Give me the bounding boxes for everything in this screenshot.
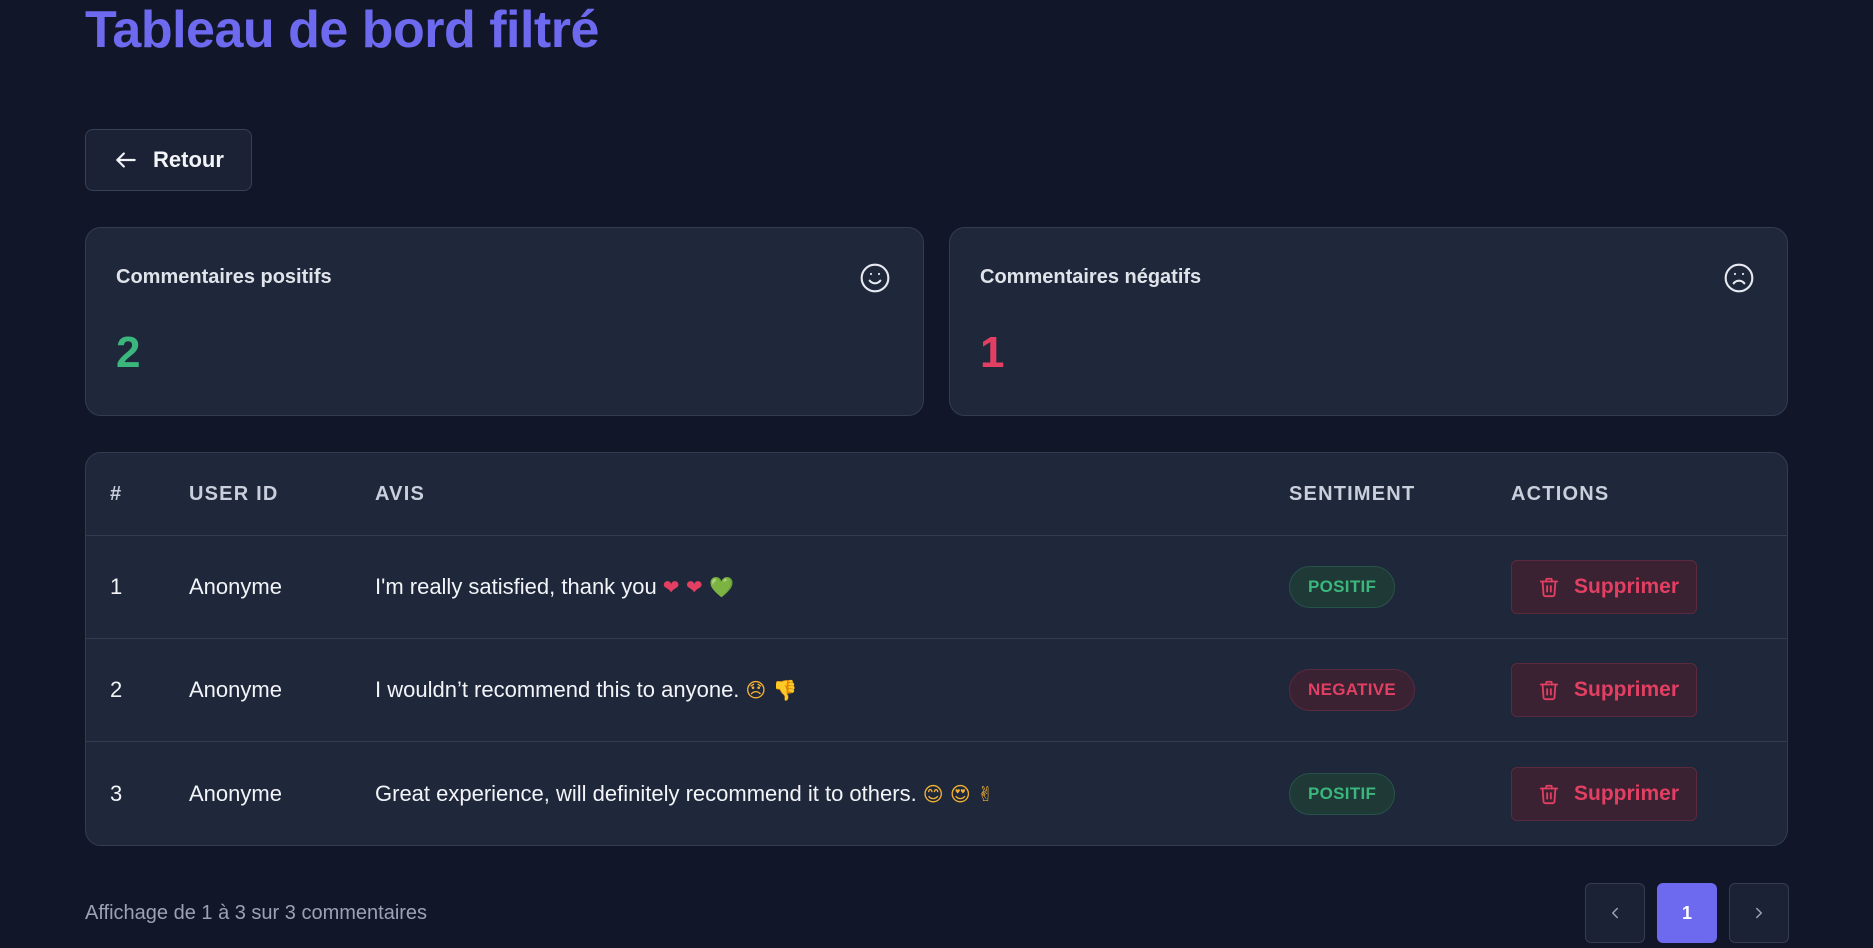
table-row: 2 Anonyme I wouldn’t recommend this to a… [86, 639, 1787, 742]
review-text: I wouldn’t recommend this to anyone. [375, 677, 740, 702]
page-title: Tableau de bord filtré [85, 1, 599, 59]
next-page-button[interactable] [1729, 883, 1789, 943]
row-sentiment: NEGATIVE [1289, 669, 1416, 711]
positive-comments-card: Commentaires positifs 2 [85, 227, 924, 416]
pagination-info: Affichage de 1 à 3 sur 3 commentaires [85, 902, 428, 924]
row-index: 2 [110, 677, 123, 702]
row-actions: Supprimer [1511, 663, 1697, 717]
negative-comments-label: Commentaires négatifs [980, 266, 1202, 288]
header-actions: ACTIONS [1511, 482, 1610, 505]
delete-button[interactable]: Supprimer [1511, 663, 1697, 717]
review-emojis: 😞 👎 [745, 678, 798, 702]
table-row: 1 Anonyme I'm really satisfied, thank yo… [86, 536, 1787, 639]
trash-icon [1539, 784, 1559, 804]
back-button-label: Retour [153, 147, 224, 172]
header-review: AVIS [375, 482, 425, 505]
review-text: I'm really satisfied, thank you [375, 574, 657, 599]
review-text: Great experience, will definitely recomm… [375, 780, 917, 806]
row-index: 1 [110, 574, 123, 599]
delete-button-label: Supprimer [1574, 678, 1680, 701]
row-user: Anonyme [189, 574, 282, 599]
row-sentiment: POSITIF [1289, 566, 1396, 608]
review-emojis: 😊 😍 ✌ [922, 781, 994, 806]
page-button-current[interactable]: 1 [1657, 883, 1717, 943]
header-sentiment: SENTIMENT [1289, 482, 1416, 505]
delete-button[interactable]: Supprimer [1511, 766, 1697, 821]
table-row: 3 Anonyme Great experience, will definit… [86, 742, 1787, 845]
delete-button-label: Supprimer [1574, 781, 1680, 805]
trash-icon [1539, 680, 1559, 701]
chevron-left-icon [1612, 907, 1618, 919]
row-actions: Supprimer [1511, 766, 1697, 821]
row-review: Great experience, will definitely recomm… [375, 781, 994, 807]
sentiment-badge: POSITIF [1289, 772, 1396, 815]
positive-comments-count: 2 [116, 328, 141, 377]
delete-button-label: Supprimer [1574, 575, 1680, 598]
sentiment-badge: NEGATIVE [1289, 669, 1416, 711]
review-emojis: ❤ ❤ 💚 [662, 575, 734, 599]
dashboard-page: Tableau de bord filtré Retour Commentair… [0, 0, 1873, 948]
back-button[interactable]: Retour [85, 129, 252, 191]
negative-comments-count: 1 [980, 328, 1005, 377]
comments-table: # USER ID AVIS SENTIMENT ACTIONS 1 Anony… [85, 452, 1788, 846]
delete-button[interactable]: Supprimer [1511, 560, 1697, 614]
row-review: I wouldn’t recommend this to anyone. 😞 👎 [375, 677, 798, 703]
positive-comments-label: Commentaires positifs [116, 266, 332, 288]
trash-icon [1539, 577, 1559, 598]
row-actions: Supprimer [1511, 560, 1697, 614]
row-user: Anonyme [189, 780, 282, 806]
row-sentiment: POSITIF [1289, 772, 1396, 815]
arrow-left-icon [116, 152, 136, 168]
chevron-right-icon [1756, 907, 1762, 919]
row-review: I'm really satisfied, thank you ❤ ❤ 💚 [375, 574, 734, 600]
table-header: # USER ID AVIS SENTIMENT ACTIONS [86, 453, 1787, 536]
header-user-id: USER ID [189, 482, 279, 505]
smile-icon [860, 263, 890, 293]
header-index: # [110, 482, 123, 505]
row-index: 3 [110, 780, 123, 806]
previous-page-button[interactable] [1585, 883, 1645, 943]
frown-icon [1724, 263, 1754, 293]
sentiment-badge: POSITIF [1289, 566, 1396, 608]
negative-comments-card: Commentaires négatifs 1 [949, 227, 1788, 416]
row-user: Anonyme [189, 677, 282, 702]
